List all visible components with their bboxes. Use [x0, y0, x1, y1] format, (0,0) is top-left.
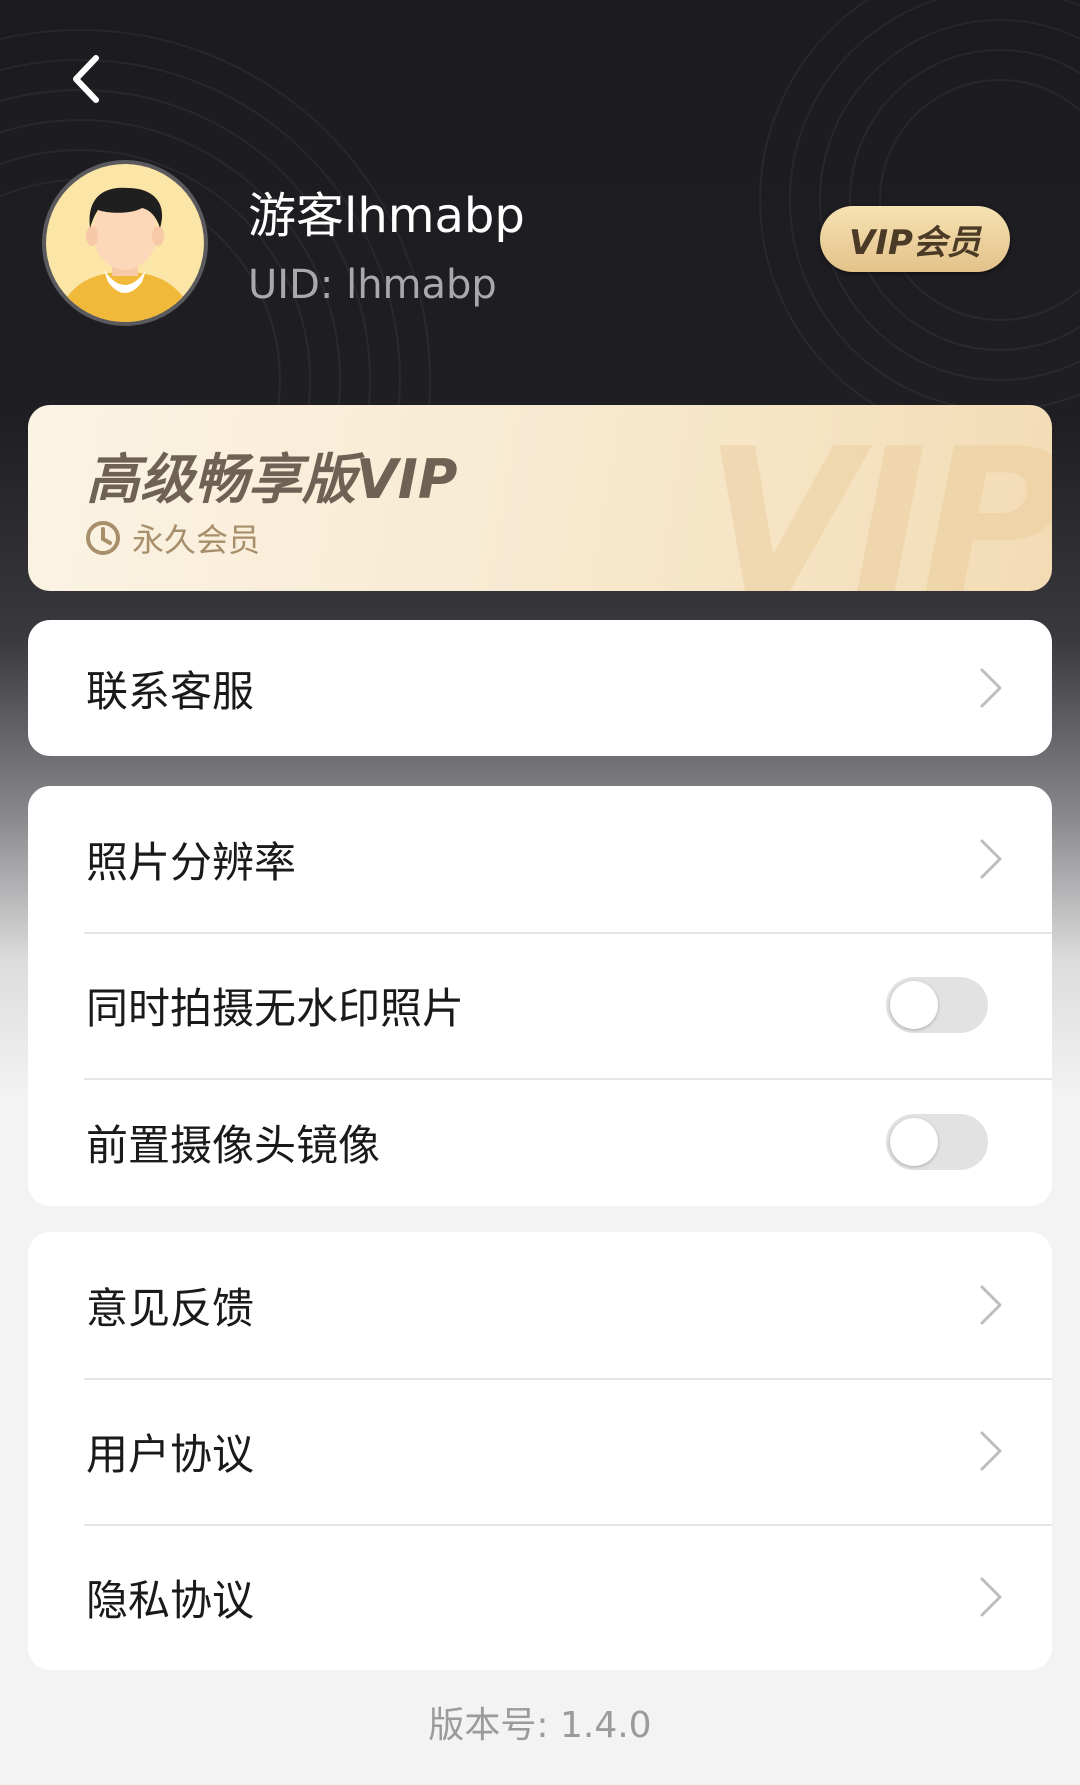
toggle-knob: [890, 1118, 938, 1166]
photo-resolution-item[interactable]: 照片分辨率: [28, 786, 1052, 932]
back-button[interactable]: [52, 46, 118, 112]
vip-card-subtitle: 永久会员: [84, 515, 260, 561]
user-agreement-label: 用户协议: [86, 1429, 255, 1479]
vip-watermark: VIP: [704, 406, 1052, 592]
vip-duration: 永久会员: [132, 521, 261, 559]
chevron-right-icon: [980, 1577, 1002, 1617]
chevron-right-icon: [980, 1431, 1002, 1471]
uid-label: UID:: [248, 262, 334, 308]
uid-value: lhmabp: [346, 262, 497, 308]
chevron-left-icon: [73, 55, 99, 103]
feedback-label: 意见反馈: [86, 1283, 255, 1333]
toggle-knob: [890, 981, 938, 1029]
photo-resolution-label: 照片分辨率: [86, 837, 297, 887]
contact-support-label: 联系客服: [86, 666, 255, 716]
app-version: 版本号: 1.4.0: [428, 1705, 652, 1746]
vip-membership-card[interactable]: VIP 高级畅享版VIP 永久会员: [28, 405, 1052, 591]
front-camera-mirror-item: 前置摄像头镜像: [28, 1078, 1052, 1206]
user-agreement-item[interactable]: 用户协议: [28, 1378, 1052, 1524]
username: 游客lhmabp: [248, 188, 525, 244]
settings-group-support: 联系客服: [28, 620, 1052, 756]
no-watermark-photo-label: 同时拍摄无水印照片: [86, 983, 465, 1033]
front-camera-mirror-label: 前置摄像头镜像: [86, 1120, 381, 1170]
avatar[interactable]: [42, 160, 208, 326]
privacy-policy-item[interactable]: 隐私协议: [28, 1524, 1052, 1670]
vip-card-title: 高级畅享版VIP: [86, 448, 458, 511]
clock-icon: [86, 521, 120, 555]
chevron-right-icon: [980, 839, 1002, 879]
contact-support-item[interactable]: 联系客服: [28, 620, 1052, 756]
front-camera-mirror-toggle[interactable]: [886, 1114, 988, 1170]
uid-row: UID: lhmabp: [248, 262, 497, 308]
privacy-policy-label: 隐私协议: [86, 1575, 255, 1625]
chevron-right-icon: [980, 1285, 1002, 1325]
vip-member-badge[interactable]: VIP会员: [820, 206, 1010, 272]
avatar-image: [46, 164, 204, 322]
settings-group-about: 意见反馈 用户协议 隐私协议: [28, 1232, 1052, 1670]
no-watermark-photo-toggle[interactable]: [886, 977, 988, 1033]
no-watermark-photo-item: 同时拍摄无水印照片: [28, 932, 1052, 1078]
feedback-item[interactable]: 意见反馈: [28, 1232, 1052, 1378]
chevron-right-icon: [980, 668, 1002, 708]
settings-group-camera: 照片分辨率 同时拍摄无水印照片 前置摄像头镜像: [28, 786, 1052, 1206]
